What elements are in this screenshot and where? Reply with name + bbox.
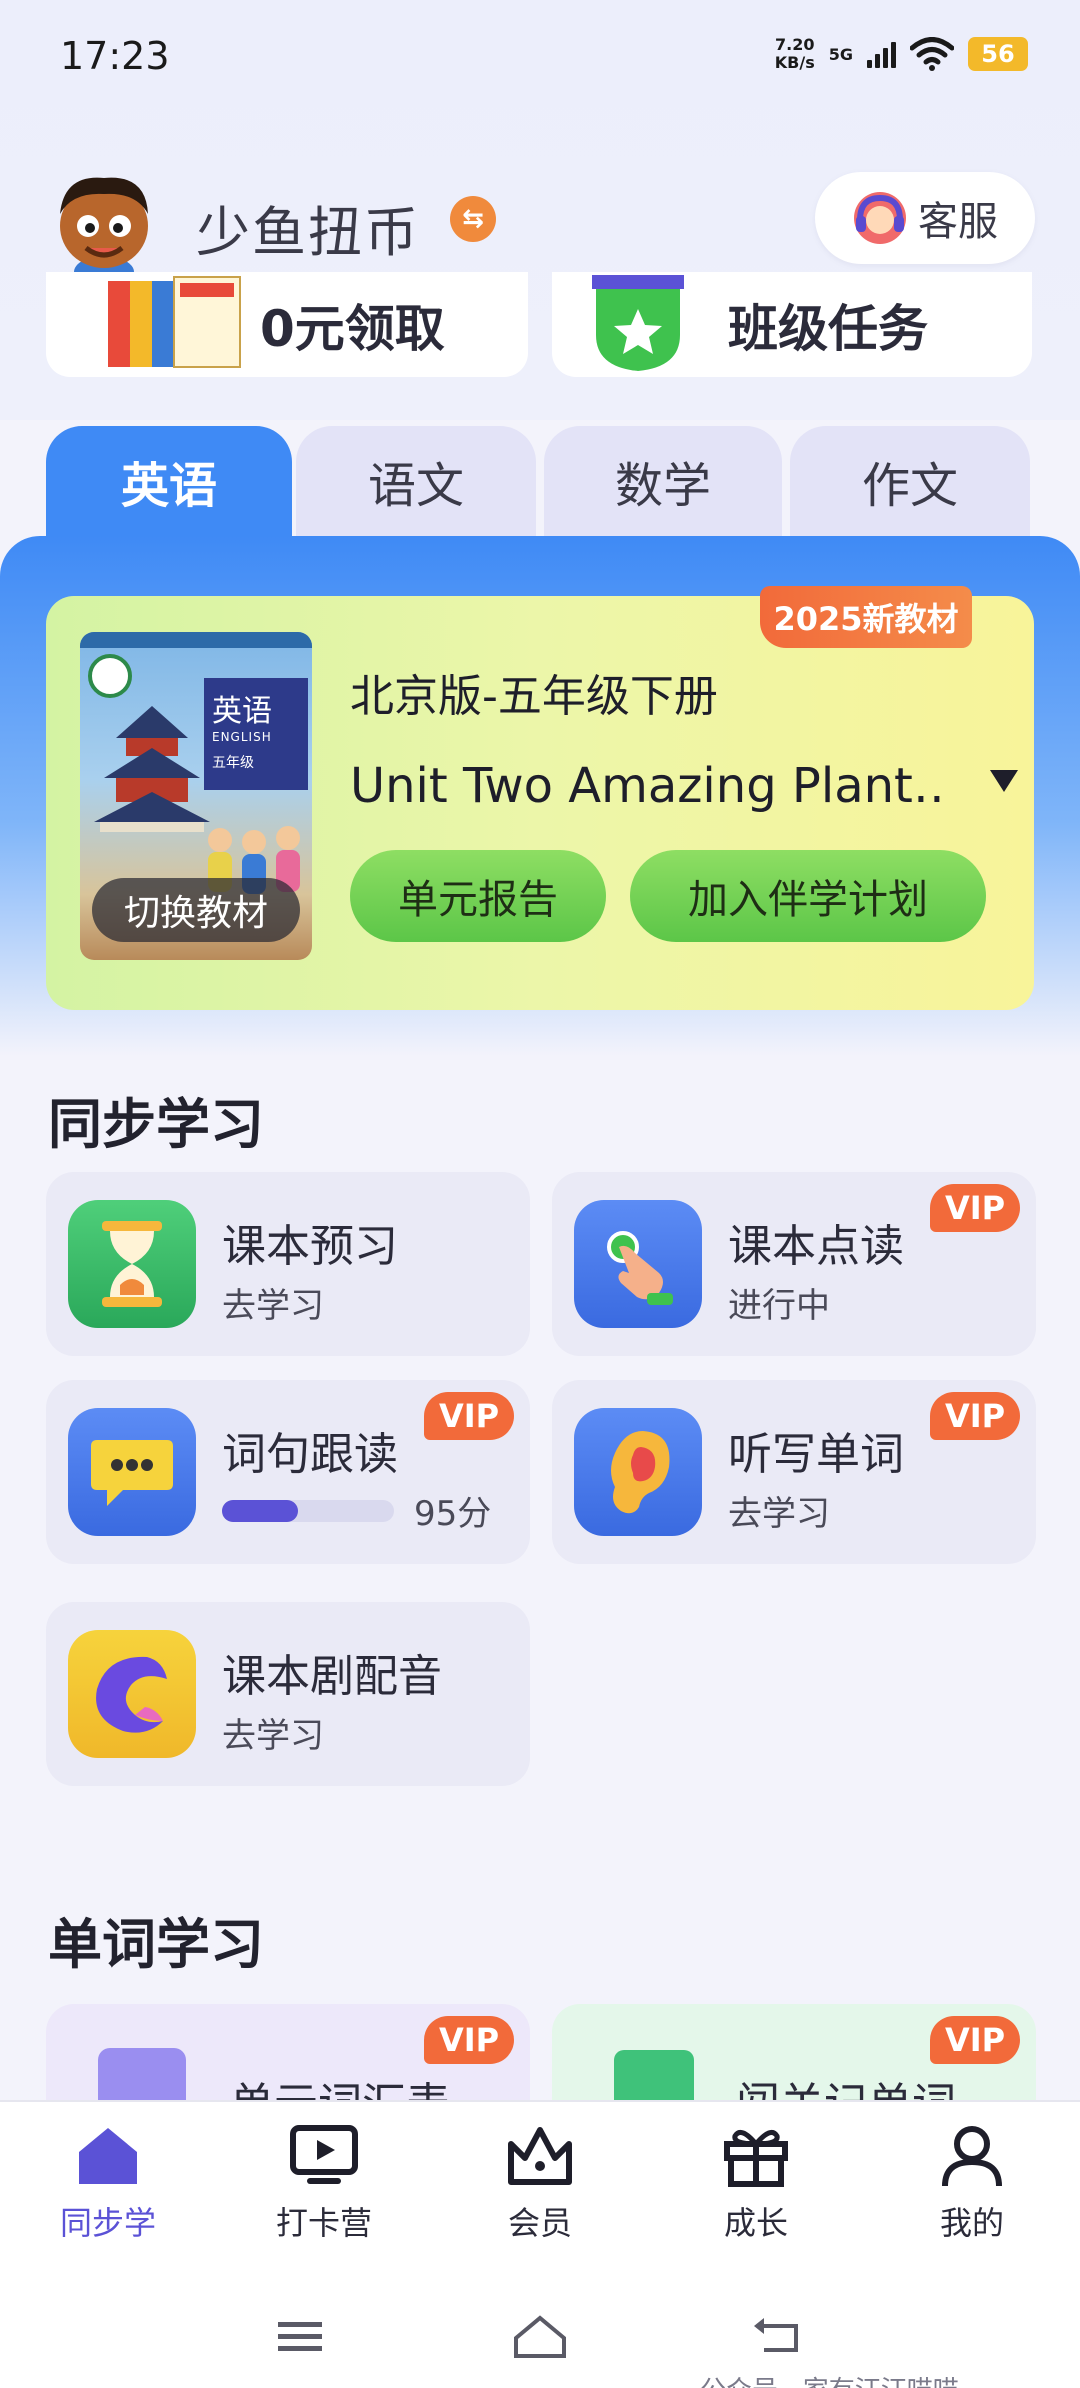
person-icon [942, 2126, 1002, 2187]
card-title: 听写单词 [728, 1429, 904, 1480]
signal-icon [867, 40, 896, 68]
card-subtitle: 去学习 [728, 1494, 830, 1534]
watermark: 公众号 · 家有汪汪喵喵 [700, 2370, 959, 2388]
tab-chinese[interactable]: 语文 [296, 426, 536, 536]
hourglass-icon [68, 1200, 196, 1328]
score-label: 95分 [414, 1494, 492, 1534]
gift-icon [724, 2129, 788, 2187]
books-icon [108, 275, 241, 368]
tab-english[interactable]: 英语 [46, 426, 292, 536]
tv-icon [290, 2125, 358, 2184]
textbook-reading-card[interactable]: 课本点读 进行中 VIP [552, 1172, 1036, 1356]
tab-composition[interactable]: 作文 [790, 426, 1030, 536]
chat-bubble-icon [68, 1408, 196, 1536]
nav-label: 成长 [723, 2204, 788, 2242]
temple-illustration [94, 706, 210, 832]
nav-label: 打卡营 [275, 2204, 372, 2242]
unit-selector[interactable]: Unit Two Amazing Plant… [350, 758, 950, 814]
card-title: 课本预习 [222, 1221, 398, 1272]
vip-badge: VIP [424, 2016, 514, 2064]
class-task-card[interactable]: 班级任务 [552, 272, 1032, 377]
switch-textbook-button[interactable]: 切换教材 [92, 878, 300, 942]
crown-icon [508, 2127, 572, 2185]
network-speed-unit: KB/s [774, 53, 815, 72]
card-subtitle: 去学习 [222, 1716, 324, 1756]
dropdown-caret-icon[interactable] [990, 770, 1018, 792]
nav-profile[interactable]: 我的 [892, 2124, 1052, 2274]
drama-dubbing-card[interactable]: 课本剧配音 去学习 [46, 1602, 530, 1786]
sentence-repeat-card[interactable]: 词句跟读 95分 VIP [46, 1380, 530, 1564]
free-claim-card[interactable]: 0元领取 [46, 272, 528, 377]
card-title: 课本点读 [728, 1221, 904, 1272]
textbook-preview-card[interactable]: 课本预习 去学习 [46, 1172, 530, 1356]
battery-icon: 56 [968, 37, 1028, 71]
nav-label: 我的 [939, 2204, 1004, 2242]
textbook-edition: 北京版-五年级下册 [350, 671, 718, 722]
word-study-title: 单词学习 [48, 1913, 264, 1976]
home-button-icon[interactable] [510, 2312, 570, 2362]
sync-study-title: 同步学习 [48, 1093, 264, 1156]
nav-checkin-camp[interactable]: 打卡营 [244, 2124, 404, 2274]
class-task-label: 班级任务 [728, 299, 928, 358]
wave-icon [68, 1630, 196, 1758]
menu-icon[interactable] [270, 2312, 330, 2362]
card-subtitle: 去学习 [222, 1286, 324, 1326]
card-subtitle: 进行中 [728, 1286, 830, 1326]
nav-growth[interactable]: 成长 [676, 2124, 836, 2274]
pointing-hand-icon [574, 1200, 702, 1328]
nav-sync-study[interactable]: 同步学 [28, 2124, 188, 2274]
network-speed-value: 7.20 [775, 35, 815, 54]
word-challenge-card[interactable]: 闯关记单词 VIP [552, 2004, 1036, 2130]
progress-fill [222, 1500, 298, 1522]
cover-grade: 五年级 [212, 755, 254, 771]
avatar[interactable] [50, 168, 158, 288]
free-claim-label: 0元领取 [260, 299, 445, 358]
dictation-card[interactable]: 听写单词 去学习 VIP [552, 1380, 1036, 1564]
vip-badge: VIP [930, 1392, 1020, 1440]
ear-icon [574, 1408, 702, 1536]
wifi-icon [910, 37, 954, 71]
vip-badge: VIP [930, 2016, 1020, 2064]
nav-label: 会员 [507, 2204, 572, 2242]
headset-icon [854, 192, 906, 244]
network-speed: 7.20 KB/s [775, 36, 815, 72]
cover-title: 英语 [212, 694, 272, 729]
progress-bar [222, 1500, 394, 1522]
network-type: 5G [828, 44, 853, 64]
customer-service-label: 客服 [918, 199, 998, 245]
app-name[interactable]: 少鱼扭币 [196, 188, 420, 267]
card-title: 词句跟读 [222, 1429, 398, 1480]
customer-service-button[interactable]: 客服 [815, 172, 1035, 264]
back-icon[interactable] [750, 2312, 810, 2362]
home-icon [79, 2128, 137, 2184]
card-title: 课本剧配音 [222, 1651, 442, 1702]
join-study-plan-button[interactable]: 加入伴学计划 [630, 850, 986, 942]
nav-label: 同步学 [59, 2204, 156, 2242]
vip-badge: VIP [424, 1392, 514, 1440]
tab-math[interactable]: 数学 [544, 426, 782, 536]
vip-badge: VIP [930, 1184, 1020, 1232]
unit-report-button[interactable]: 单元报告 [350, 850, 606, 942]
unit-vocab-card[interactable]: 单元词汇表 VIP [46, 2004, 530, 2130]
status-time: 17:23 [60, 34, 170, 78]
nav-membership[interactable]: 会员 [460, 2124, 620, 2274]
new-textbook-badge: 2025新教材 [760, 586, 972, 648]
switch-arrows-icon[interactable]: ⇆ [450, 196, 496, 242]
status-indicators: 7.20 KB/s 5G 56 [775, 36, 1028, 72]
cover-subtitle: ENGLISH [212, 730, 272, 744]
star-shield-icon [592, 274, 684, 371]
